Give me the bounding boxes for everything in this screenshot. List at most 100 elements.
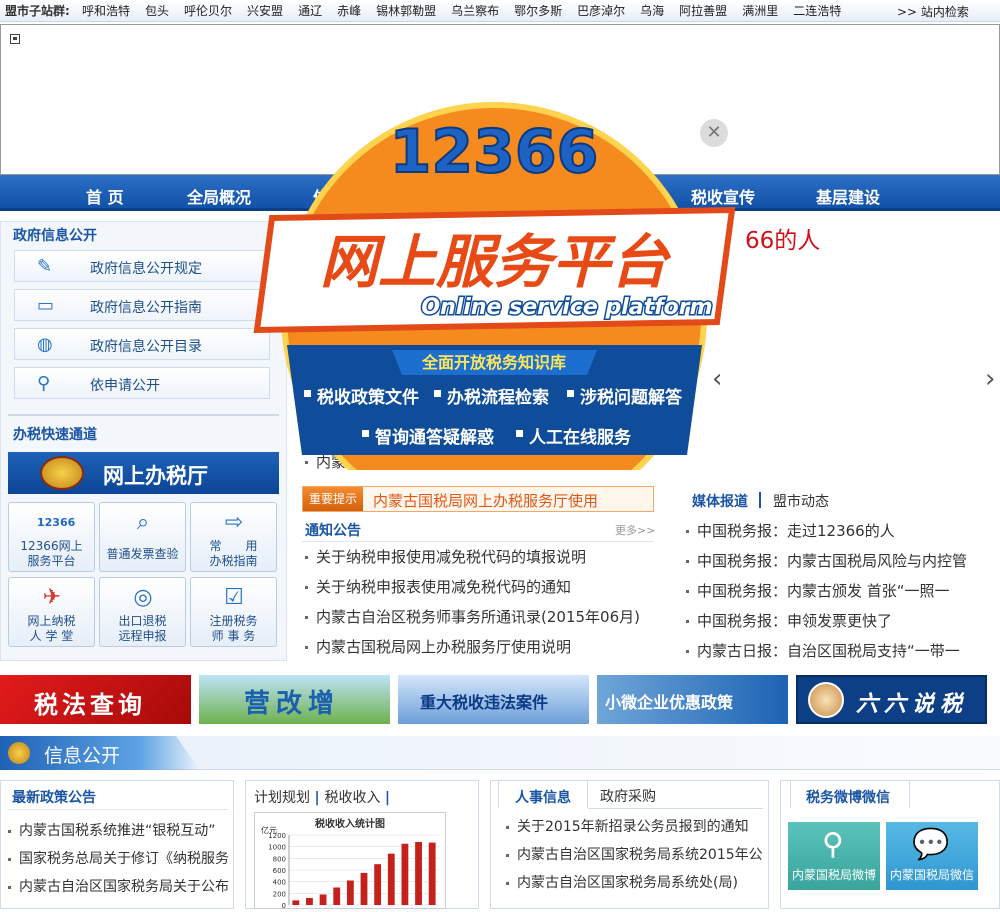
popup-bullet-icon xyxy=(434,390,441,397)
tile-tax-agents[interactable]: ☑ 注册税务师 事 务 xyxy=(190,577,277,647)
ad-small-business-policy[interactable]: 小微企业优惠政策 xyxy=(597,675,788,724)
site-search-link[interactable]: >> 站内检索 xyxy=(897,3,969,20)
tab-separator xyxy=(759,492,761,508)
policy-item[interactable]: 内蒙古国税系统推进“银税互动” xyxy=(8,820,230,840)
weixin-tile[interactable]: 💬 内蒙国税局微信 xyxy=(886,822,978,890)
popup-item: 涉税问题解答 xyxy=(580,387,683,408)
city-link[interactable]: 包头 xyxy=(145,2,169,19)
bar xyxy=(319,894,327,905)
city-link[interactable]: 兴安盟 xyxy=(247,2,283,19)
weibo-icon: ⚲ xyxy=(822,827,844,862)
revenue-chart[interactable]: 税收收入统计图 亿元 0 200 400 600 800 1000 1200 xyxy=(254,812,446,910)
notices-more-link[interactable]: 更多>> xyxy=(615,522,655,538)
tile-taxpayer-school[interactable]: ✈ 网上纳税人 学 堂 xyxy=(8,577,95,647)
policy-title[interactable]: 最新政策公告 xyxy=(12,787,96,807)
policy-item[interactable]: 内蒙古自治区国家税务局关于公布 xyxy=(8,876,230,896)
notice-item[interactable]: 内蒙古国税局网上办税服务厅使用说明 xyxy=(305,636,655,657)
city-link[interactable]: 呼和浩特 xyxy=(82,2,130,19)
bullet-icon xyxy=(686,620,689,623)
nav-grassroots[interactable]: 基层建设 xyxy=(816,184,880,208)
headline-peek[interactable]: 66的人 xyxy=(745,221,820,255)
city-link[interactable]: 巴彦淖尔 xyxy=(577,2,625,19)
y-tick-label: 800 xyxy=(273,855,286,863)
media-text: 内蒙古日报：自治区国税局支持“一带一 xyxy=(697,642,960,660)
popup-close-icon[interactable]: ✕ xyxy=(700,119,728,147)
hr-item[interactable]: 内蒙古自治区国家税务局系统2015年公 xyxy=(506,844,764,864)
important-text: 内蒙古国税局网上办税服务厅使用 xyxy=(373,492,599,510)
bullet-icon xyxy=(686,590,689,593)
revenue-chart-svg: 税收收入统计图亿元020040060080010001200 xyxy=(261,817,439,910)
12366-logo-icon: 12366 xyxy=(37,516,76,529)
city-link[interactable]: 二连浩特 xyxy=(793,2,841,19)
tab-tax-revenue[interactable]: 税收收入 xyxy=(324,790,380,806)
city-link[interactable]: 通辽 xyxy=(298,2,322,19)
city-link[interactable]: 阿拉善盟 xyxy=(679,2,727,19)
bullet-icon xyxy=(686,530,689,533)
hr-item[interactable]: 内蒙古自治区国家税务局系统处(局) xyxy=(506,872,764,892)
tile-12366-platform[interactable]: 12366 12366网上 服务平台 xyxy=(8,502,95,572)
media-item[interactable]: 中国税务报：内蒙古国税局风险与内控管 xyxy=(686,550,991,571)
weixin-label: 内蒙国税局微信 xyxy=(889,868,974,882)
popup-banner: 全面开放税务知识库 xyxy=(421,353,566,372)
bar xyxy=(428,842,436,905)
tab-procurement[interactable]: 政府采购 xyxy=(600,786,656,806)
popup-bullet-icon xyxy=(567,390,574,397)
tax-emblem-icon xyxy=(8,742,30,764)
tile-tax-guide[interactable]: ⇨ 常 用办税指南 xyxy=(190,502,277,572)
gov-item-label: 政府信息公开规定 xyxy=(90,261,202,277)
ad-66-talks-tax[interactable]: 六六说税 xyxy=(796,675,987,724)
tile-export-refund[interactable]: ◎ 出口退税 远程申报 xyxy=(99,577,186,647)
media-tab[interactable]: 媒体报道 xyxy=(692,491,748,511)
hr-text: 内蒙古自治区国家税务局系统处(局) xyxy=(517,875,738,891)
mascot-avatar xyxy=(808,682,844,718)
city-link[interactable]: 锡林郭勒盟 xyxy=(376,2,436,19)
notice-item[interactable]: 关于纳税申报使用减免税代码的填报说明 xyxy=(305,546,655,567)
subsite-label: 盟市子站群: xyxy=(5,4,70,18)
tile-label: 人 学 堂 xyxy=(29,629,74,643)
ad-tax-law-query[interactable]: 税法查询 xyxy=(0,675,191,724)
policy-item[interactable]: 国家税务总局关于修订《纳税服务 xyxy=(8,848,230,868)
ad-tax-violation-cases[interactable]: 重大税收违法案件 xyxy=(398,675,589,724)
important-notice[interactable]: 重要提示 内蒙古国税局网上办税服务厅使用 xyxy=(302,486,654,512)
media-item[interactable]: 中国税务报：内蒙古颁发 首张“一照一 xyxy=(686,580,991,601)
school-logo-icon: ✈ xyxy=(42,585,62,610)
city-link[interactable]: 鄂尔多斯 xyxy=(514,2,562,19)
nav-home[interactable]: 首 页 xyxy=(86,184,124,208)
broken-image-icon xyxy=(10,34,20,44)
city-link[interactable]: 乌兰察布 xyxy=(451,2,499,19)
media-item[interactable]: 中国税务报：申领发票更快了 xyxy=(686,610,991,631)
hr-item[interactable]: 关于2015年新招录公务员报到的通知 xyxy=(506,816,764,836)
bar xyxy=(360,872,368,905)
notices-title[interactable]: 通知公告 xyxy=(305,520,361,540)
city-link[interactable]: 赤峰 xyxy=(337,2,361,19)
media-item[interactable]: 内蒙古日报：自治区国税局支持“一带一 xyxy=(686,640,991,661)
slider-next-icon[interactable]: › xyxy=(985,364,995,394)
divider xyxy=(8,809,228,810)
y-tick-label: 200 xyxy=(273,890,286,898)
city-link[interactable]: 满洲里 xyxy=(742,2,778,19)
tab-plan[interactable]: 计划规划 xyxy=(254,790,310,806)
bar xyxy=(306,898,313,905)
notice-item[interactable]: 关于纳税申报表使用减免税代码的通知 xyxy=(305,576,655,597)
social-tab[interactable]: 税务微博微信 xyxy=(790,780,910,808)
media-item[interactable]: 中国税务报：走过12366的人 xyxy=(686,520,991,541)
hr-tab-active[interactable]: 人事信息 xyxy=(498,780,588,808)
ad-label: 税法查询 xyxy=(34,691,146,719)
city-link[interactable]: 乌海 xyxy=(640,2,664,19)
bullet-icon xyxy=(8,857,11,861)
ad-vat-reform[interactable]: 营改增 xyxy=(199,675,390,724)
12366-popup[interactable]: 12366 网上服务平台 Online service platform 全面开… xyxy=(232,100,752,528)
city-news-tab[interactable]: 盟市动态 xyxy=(773,491,829,511)
edit-icon: ✎ xyxy=(37,256,53,277)
popup-item: 税收政策文件 xyxy=(317,387,419,408)
weibo-tile[interactable]: ⚲ 内蒙国税局微博 xyxy=(788,822,880,890)
plan-tabs: 计划规划 | 税收收入 | xyxy=(254,787,390,807)
tile-invoice-check[interactable]: ⌕ 普通发票查验 xyxy=(99,502,186,572)
info-section-header: 信息公开 xyxy=(0,736,1000,770)
tab-hr: 人事信息 xyxy=(515,790,571,806)
notice-item[interactable]: 内蒙古自治区税务师事务所通讯录(2015年06月) xyxy=(305,606,655,627)
city-link[interactable]: 呼伦贝尔 xyxy=(184,2,232,19)
media-text: 中国税务报：内蒙古颁发 首张“一照一 xyxy=(697,582,950,600)
bullet-icon xyxy=(686,560,689,563)
y-tick-label: 1000 xyxy=(268,844,286,852)
